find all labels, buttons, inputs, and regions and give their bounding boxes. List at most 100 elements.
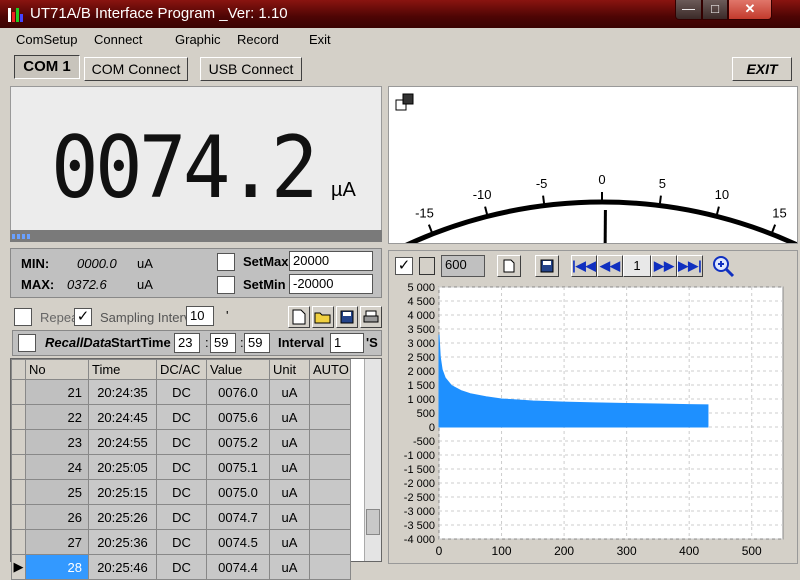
row-selector[interactable] xyxy=(12,530,26,555)
row-selector[interactable] xyxy=(12,380,26,405)
start-time-label: StartTime xyxy=(111,335,171,350)
table-cell: uA xyxy=(270,480,310,505)
setmax-checkbox[interactable] xyxy=(217,253,235,271)
prev-page-icon[interactable]: ◀◀ xyxy=(597,255,623,277)
close-button[interactable]: ✕ xyxy=(728,0,772,20)
start-second-input[interactable]: 59 xyxy=(244,333,270,353)
sampling-interval-input[interactable]: 10 xyxy=(186,306,214,326)
digital-display: 0074.2 µA xyxy=(10,86,382,242)
chart-save-icon[interactable] xyxy=(535,255,559,277)
new-file-icon[interactable] xyxy=(288,306,310,328)
gauge-tick-label: 10 xyxy=(715,187,729,202)
next-page-icon[interactable]: ▶▶ xyxy=(651,255,677,277)
y-tick-label: -2 500 xyxy=(404,492,435,504)
table-cell: uA xyxy=(270,505,310,530)
max-unit: uA xyxy=(137,277,153,292)
gauge-tick xyxy=(660,196,661,206)
points-input[interactable]: 600 xyxy=(441,255,485,277)
sampling-checkbox[interactable]: ✓ xyxy=(74,308,92,326)
table-row[interactable]: 2220:24:45DC0075.6uA xyxy=(12,405,351,430)
print-icon[interactable] xyxy=(360,306,382,328)
repeat-checkbox[interactable] xyxy=(14,308,32,326)
recall-checkbox[interactable] xyxy=(18,334,36,352)
menu-connect[interactable]: Connect xyxy=(94,32,142,47)
usb-connect-button[interactable]: USB Connect xyxy=(200,57,302,81)
table-row[interactable]: ▶2820:25:46DC0074.4uA xyxy=(12,555,351,580)
row-selector[interactable]: ▶ xyxy=(12,555,26,580)
table-row[interactable]: 2120:24:35DC0076.0uA xyxy=(12,380,351,405)
sampling-interval-label: Sampling Interva xyxy=(100,310,186,325)
open-folder-icon[interactable] xyxy=(312,306,334,328)
table-row[interactable]: 2420:25:05DC0075.1uA xyxy=(12,455,351,480)
col-dcac[interactable]: DC/AC xyxy=(157,360,207,380)
row-selector[interactable] xyxy=(12,455,26,480)
x-tick-label: 500 xyxy=(742,544,762,558)
save-icon[interactable] xyxy=(336,306,358,328)
table-cell: 21 xyxy=(26,380,89,405)
reading-unit: µA xyxy=(331,179,356,202)
repeat-label: Repea xyxy=(40,310,78,325)
start-minute-input[interactable]: 59 xyxy=(210,333,236,353)
col-unit[interactable]: Unit xyxy=(270,360,310,380)
max-value: 0372.6 xyxy=(67,277,107,292)
table-cell: uA xyxy=(270,530,310,555)
col-value[interactable]: Value xyxy=(207,360,270,380)
table-row[interactable]: 2620:25:26DC0074.7uA xyxy=(12,505,351,530)
table-cell xyxy=(310,455,351,480)
y-tick-label: 0 xyxy=(429,422,435,434)
setmin-checkbox[interactable] xyxy=(217,276,235,294)
x-tick-label: 100 xyxy=(492,544,512,558)
x-tick-label: 400 xyxy=(679,544,699,558)
setmax-input[interactable]: 20000 xyxy=(289,251,373,271)
table-cell: 0075.0 xyxy=(207,480,270,505)
table-cell: 25 xyxy=(26,480,89,505)
menu-record[interactable]: Record xyxy=(237,32,279,47)
table-cell: 0076.0 xyxy=(207,380,270,405)
chart-new-icon[interactable] xyxy=(497,255,521,277)
table-row[interactable]: 2520:25:15DC0075.0uA xyxy=(12,480,351,505)
minimize-button[interactable]: — xyxy=(675,0,702,20)
recall-interval-unit: 'S xyxy=(366,335,378,350)
table-cell: uA xyxy=(270,555,310,580)
title-bar: UT71A/B Interface Program _Ver: 1.10 — □… xyxy=(0,0,800,28)
zoom-icon[interactable] xyxy=(711,254,735,278)
com-connect-button[interactable]: COM Connect xyxy=(84,57,188,81)
first-page-icon[interactable]: |◀◀ xyxy=(571,255,597,277)
page-number[interactable]: 1 xyxy=(623,255,651,277)
menu-comsetup[interactable]: ComSetup xyxy=(16,32,77,47)
table-cell: 26 xyxy=(26,505,89,530)
com-port-button[interactable]: COM 1 xyxy=(14,55,80,79)
row-selector[interactable] xyxy=(12,405,26,430)
col-no[interactable]: No xyxy=(26,360,89,380)
film-icon[interactable] xyxy=(419,257,435,275)
menu-graphic[interactable]: Graphic xyxy=(175,32,221,47)
row-selector[interactable] xyxy=(12,480,26,505)
recall-interval-input[interactable]: 1 xyxy=(330,333,364,353)
scroll-thumb[interactable] xyxy=(366,509,380,535)
y-tick-label: 4 500 xyxy=(407,296,435,308)
col-auto[interactable]: AUTO xyxy=(310,360,351,380)
table-cell: 0075.1 xyxy=(207,455,270,480)
table-cell: 24 xyxy=(26,455,89,480)
start-hour-input[interactable]: 23 xyxy=(174,333,200,353)
chart-enable-checkbox[interactable]: ✓ xyxy=(395,257,413,275)
row-selector[interactable] xyxy=(12,505,26,530)
table-row[interactable]: 2320:24:55DC0075.2uA xyxy=(12,430,351,455)
reading-value: 0074.2 xyxy=(51,125,315,211)
table-cell: 0074.7 xyxy=(207,505,270,530)
gauge-tick-label: 5 xyxy=(659,176,666,191)
row-selector[interactable] xyxy=(12,430,26,455)
exit-button[interactable]: EXIT xyxy=(732,57,792,81)
table-cell: DC xyxy=(157,430,207,455)
table-cell: 0074.5 xyxy=(207,530,270,555)
maximize-button[interactable]: □ xyxy=(702,0,728,20)
last-page-icon[interactable]: ▶▶| xyxy=(677,255,703,277)
table-scrollbar[interactable] xyxy=(364,359,381,561)
menu-bar: ComSetup Connect Graphic Record Exit xyxy=(0,28,800,50)
table-cell: DC xyxy=(157,530,207,555)
setmin-input[interactable]: -20000 xyxy=(289,274,373,294)
table-cell: DC xyxy=(157,455,207,480)
table-row[interactable]: 2720:25:36DC0074.5uA xyxy=(12,530,351,555)
col-time[interactable]: Time xyxy=(89,360,157,380)
menu-exit[interactable]: Exit xyxy=(309,32,331,47)
